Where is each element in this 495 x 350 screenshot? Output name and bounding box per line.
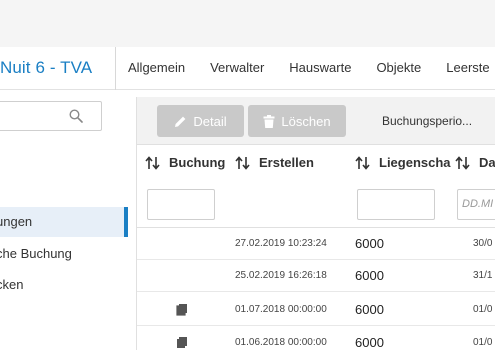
property-cell: 6000 (355, 236, 384, 251)
sidebar-item-label: cken (0, 277, 24, 292)
documents-icon[interactable] (175, 303, 189, 317)
pencil-icon (175, 116, 186, 127)
sidebar-item-buchungen[interactable]: ungen (0, 207, 128, 237)
title-divider (115, 47, 116, 90)
top-band (0, 0, 495, 47)
tab-bar: Allgemein Verwalter Hauswarte Objekte Le… (128, 60, 495, 75)
created-cell: 01.07.2018 00:00:00 (235, 304, 327, 315)
date-cell: 01/0 (473, 304, 493, 315)
delete-button-label: Löschen (281, 113, 331, 129)
table-row[interactable]: 25.02.2019 16:26:18 6000 31/1 (137, 260, 495, 292)
column-header-datum[interactable]: Da (455, 155, 495, 170)
sort-icon (455, 155, 470, 170)
table-row[interactable]: 27.02.2019 10:23:24 6000 30/0 (137, 228, 495, 260)
column-header-label: Da (479, 155, 495, 170)
main-content: Detail Löschen Buchungsperio... Buchung (136, 97, 495, 350)
detail-button-label: Detail (193, 113, 227, 129)
property-cell: 6000 (355, 335, 384, 350)
table-row[interactable]: 01.06.2018 00:00:00 6000 01/0 (137, 327, 495, 350)
property-cell: 6000 (355, 268, 384, 283)
created-cell: 27.02.2019 10:23:24 (235, 238, 327, 249)
sort-icon (145, 155, 160, 170)
toolbar: Detail Löschen Buchungsperio... (137, 97, 495, 145)
column-header-label: Liegenscha (379, 155, 451, 170)
delete-button[interactable]: Löschen (248, 105, 346, 137)
sidebar-item-label: che Buchung (0, 246, 72, 261)
filter-liegenschaft-input[interactable] (357, 189, 435, 220)
sidebar-item-label: ungen (0, 214, 33, 229)
sidebar-item-3[interactable]: cken (0, 270, 128, 300)
app-title: Nuit 6 - TVA (0, 58, 93, 77)
filter-buchung-input[interactable] (147, 189, 215, 220)
tab-objekte[interactable]: Objekte (376, 60, 421, 75)
column-header-label: Buchung (169, 155, 226, 170)
tab-hauswarte[interactable]: Hauswarte (289, 60, 351, 75)
sort-icon (235, 155, 250, 170)
table-row[interactable]: 01.07.2018 00:00:00 6000 01/0 (137, 294, 495, 326)
trash-icon (263, 114, 275, 128)
column-header-label: Erstellen (259, 155, 314, 170)
date-cell: 30/0 (473, 238, 493, 249)
title-bar: Nuit 6 - TVA Allgemein Verwalter Hauswar… (0, 47, 495, 90)
tab-leerstand[interactable]: Leerste (446, 60, 489, 75)
booking-period-label[interactable]: Buchungsperio... (382, 114, 472, 128)
column-header-buchung[interactable]: Buchung (145, 155, 225, 170)
property-cell: 6000 (355, 302, 384, 317)
created-cell: 01.06.2018 00:00:00 (235, 337, 327, 348)
created-cell: 25.02.2019 16:26:18 (235, 270, 327, 281)
documents-icon[interactable] (175, 336, 189, 350)
sidebar: ungen che Buchung cken (0, 90, 128, 350)
table-header: Buchung Erstellen Liegenscha Da (137, 146, 495, 180)
filter-row: DD.MI (137, 180, 495, 228)
sidebar-item-buchung[interactable]: che Buchung (0, 239, 128, 269)
tab-allgemein[interactable]: Allgemein (128, 60, 185, 75)
search-icon[interactable] (69, 109, 83, 123)
detail-button[interactable]: Detail (157, 105, 244, 137)
date-cell: 01/0 (473, 337, 493, 348)
column-header-liegenschaft[interactable]: Liegenscha (355, 155, 451, 170)
tab-verwalter[interactable]: Verwalter (210, 60, 264, 75)
sidebar-search-input[interactable] (0, 101, 102, 131)
column-header-erstellen[interactable]: Erstellen (235, 155, 314, 170)
date-cell: 31/1 (473, 270, 493, 281)
filter-date-input[interactable]: DD.MI (457, 189, 495, 220)
sort-icon (355, 155, 370, 170)
